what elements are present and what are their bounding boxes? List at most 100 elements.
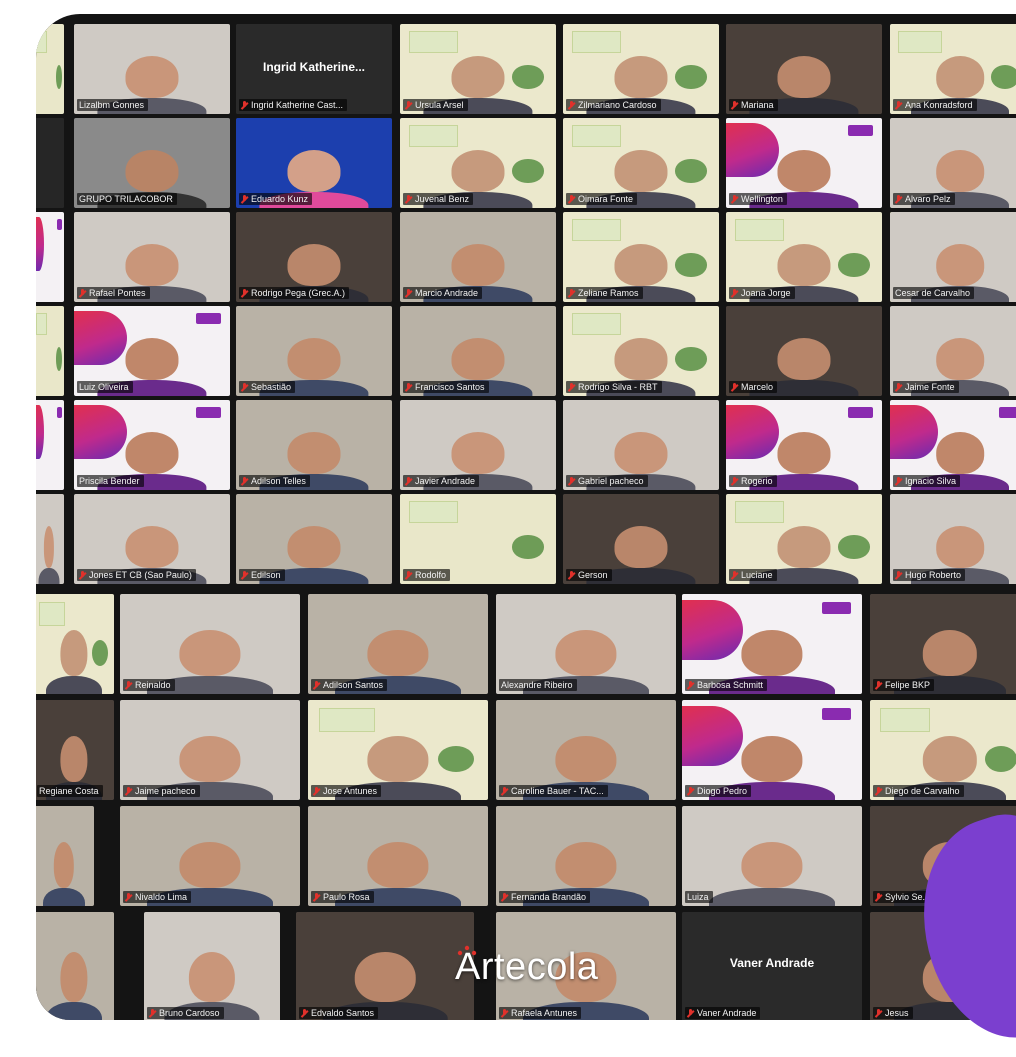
participant-name: Rodrigo Pega (Grec.A.) xyxy=(251,288,346,298)
participant-tile[interactable]: Jaime Fonte xyxy=(890,306,1016,396)
participant-name-label: Bruno Cardoso xyxy=(147,1007,224,1019)
artecola-logo-text: Artecola xyxy=(455,946,599,988)
participant-tile[interactable] xyxy=(36,212,64,302)
participant-tile[interactable]: Adilson Telles xyxy=(236,400,392,490)
participant-tile[interactable]: Regiane Costa xyxy=(36,700,114,800)
participant-tile[interactable]: Gerson xyxy=(563,494,719,584)
participant-name: Jaime Fonte xyxy=(905,382,955,392)
participant-tile[interactable]: Rogerio xyxy=(726,400,882,490)
participant-name-label: Diogo Pedro xyxy=(685,785,752,797)
participant-name-label: Luiz Oliveira xyxy=(77,381,133,393)
participant-name: GRUPO TRILACOBOR xyxy=(79,194,173,204)
participant-name: Sebastião xyxy=(251,382,292,392)
participant-tile[interactable]: Wellington xyxy=(726,118,882,208)
participant-tile[interactable]: Jaime pacheco xyxy=(120,700,300,800)
participant-tile[interactable]: Edvaldo Santos xyxy=(296,912,474,1020)
participant-name: Luciane xyxy=(741,570,773,580)
virtual-background-slide xyxy=(36,313,47,335)
participant-face xyxy=(43,526,55,568)
participant-tile[interactable]: Ingrid Katherine... Ingrid Katherine Cast… xyxy=(236,24,392,114)
participant-tile[interactable]: Diogo Pedro xyxy=(682,700,862,800)
participant-tile[interactable]: Lizalbm Gonnes xyxy=(74,24,230,114)
participant-name: Regiane Costa xyxy=(39,786,99,796)
participant-name-label: Luiza xyxy=(685,891,713,903)
participant-tile[interactable] xyxy=(36,24,64,114)
participant-tile[interactable]: Joana Jorge xyxy=(726,212,882,302)
participant-tile[interactable]: Rafael Pontes xyxy=(74,212,230,302)
participant-tile[interactable]: Luiz Oliveira xyxy=(74,306,230,396)
participant-tile[interactable]: Rodrigo Silva - RBT xyxy=(563,306,719,396)
participant-display-name: Ingrid Katherine... xyxy=(262,60,365,74)
participant-tile[interactable]: GRUPO TRILACOBOR xyxy=(74,118,230,208)
participant-tile[interactable]: Edilson xyxy=(236,494,392,584)
participant-tile[interactable] xyxy=(36,118,64,208)
virtual-background-logo xyxy=(985,746,1016,772)
participant-name: Jaime pacheco xyxy=(135,786,196,796)
participant-name-label: Ursula Arsel xyxy=(403,99,468,111)
virtual-background-slide xyxy=(572,313,622,335)
participant-name: Rafael Pontes xyxy=(89,288,146,298)
participant-name-label: Adilson Telles xyxy=(239,475,310,487)
participant-face xyxy=(287,526,341,568)
participant-tile[interactable]: Javier Andrade xyxy=(400,400,556,490)
participant-name: Luiz Oliveira xyxy=(79,382,129,392)
participant-tile[interactable]: Hugo Roberto xyxy=(890,494,1016,584)
participant-face xyxy=(777,432,831,474)
participant-name-label: Caroline Bauer - TAC... xyxy=(499,785,608,797)
participant-tile[interactable]: Vaner Andrade Vaner Andrade xyxy=(682,912,862,1020)
participant-tile[interactable] xyxy=(36,306,64,396)
participant-tile[interactable]: Oimara Fonte xyxy=(563,118,719,208)
participant-tile[interactable]: Cesar de Carvalho xyxy=(890,212,1016,302)
participant-tile[interactable] xyxy=(36,912,114,1020)
participant-tile[interactable]: Caroline Bauer - TAC... xyxy=(496,700,676,800)
participant-tile[interactable]: Priscila Bender xyxy=(74,400,230,490)
participant-name: Diego de Carvalho xyxy=(885,786,960,796)
participant-name-label: Reinaldo xyxy=(123,679,175,691)
participant-face xyxy=(936,526,984,568)
participant-name-label: Rodrigo Pega (Grec.A.) xyxy=(239,287,350,299)
participant-tile[interactable]: Alexandre Ribeiro xyxy=(496,594,676,694)
participant-tile[interactable] xyxy=(36,494,64,584)
muted-mic-icon xyxy=(895,194,902,204)
participant-tile[interactable]: Rodolfo xyxy=(400,494,556,584)
participant-tile[interactable] xyxy=(36,400,64,490)
participant-face xyxy=(777,150,831,192)
participant-name-label: Alvaro Pelz xyxy=(893,193,955,205)
participant-tile[interactable]: Juvenal Benz xyxy=(400,118,556,208)
participant-tile[interactable]: Felipe BKP xyxy=(870,594,1016,694)
participant-tile[interactable]: Jones ET CB (Sao Paulo) xyxy=(74,494,230,584)
participant-tile[interactable]: Fernanda Brandão xyxy=(496,806,676,906)
muted-mic-icon xyxy=(568,288,575,298)
participant-tile[interactable]: Nivaldo Lima xyxy=(120,806,300,906)
participant-tile[interactable]: Francisco Santos xyxy=(400,306,556,396)
participant-tile[interactable]: Zilmariano Cardoso xyxy=(563,24,719,114)
participant-tile[interactable]: Marcelo xyxy=(726,306,882,396)
participant-tile[interactable]: Luciane xyxy=(726,494,882,584)
participant-tile[interactable]: Ignacio Silva xyxy=(890,400,1016,490)
participant-tile[interactable]: Diego de Carvalho xyxy=(870,700,1016,800)
virtual-background-logo xyxy=(847,407,873,418)
participant-tile[interactable]: Ana Konradsford xyxy=(890,24,1016,114)
participant-tile[interactable]: Mariana xyxy=(726,24,882,114)
participant-tile[interactable]: Bruno Cardoso xyxy=(144,912,280,1020)
participant-tile[interactable]: Reinaldo xyxy=(120,594,300,694)
participant-tile[interactable] xyxy=(36,806,94,906)
participant-tile[interactable]: Jose Antunes xyxy=(308,700,488,800)
participant-tile[interactable]: Zeliane Ramos xyxy=(563,212,719,302)
participant-display-name: Vaner Andrade xyxy=(729,956,815,970)
muted-mic-icon xyxy=(731,382,738,392)
participant-tile[interactable]: Sebastião xyxy=(236,306,392,396)
participant-tile[interactable]: Eduardo Kunz xyxy=(236,118,392,208)
participant-tile[interactable]: Paulo Rosa xyxy=(308,806,488,906)
participant-tile[interactable]: Luiza xyxy=(682,806,862,906)
participant-tile[interactable]: Barbosa Schmitt xyxy=(682,594,862,694)
participant-tile[interactable]: Alvaro Pelz xyxy=(890,118,1016,208)
participant-tile[interactable]: Marcio Andrade xyxy=(400,212,556,302)
virtual-background-logo xyxy=(675,65,707,89)
participant-tile[interactable]: Rodrigo Pega (Grec.A.) xyxy=(236,212,392,302)
participant-tile[interactable]: Gabriel pacheco xyxy=(563,400,719,490)
participant-tile[interactable] xyxy=(36,594,114,694)
participant-tile[interactable]: Ursula Arsel xyxy=(400,24,556,114)
participant-tile[interactable]: Adilson Santos xyxy=(308,594,488,694)
participant-name: Caroline Bauer - TAC... xyxy=(511,786,604,796)
